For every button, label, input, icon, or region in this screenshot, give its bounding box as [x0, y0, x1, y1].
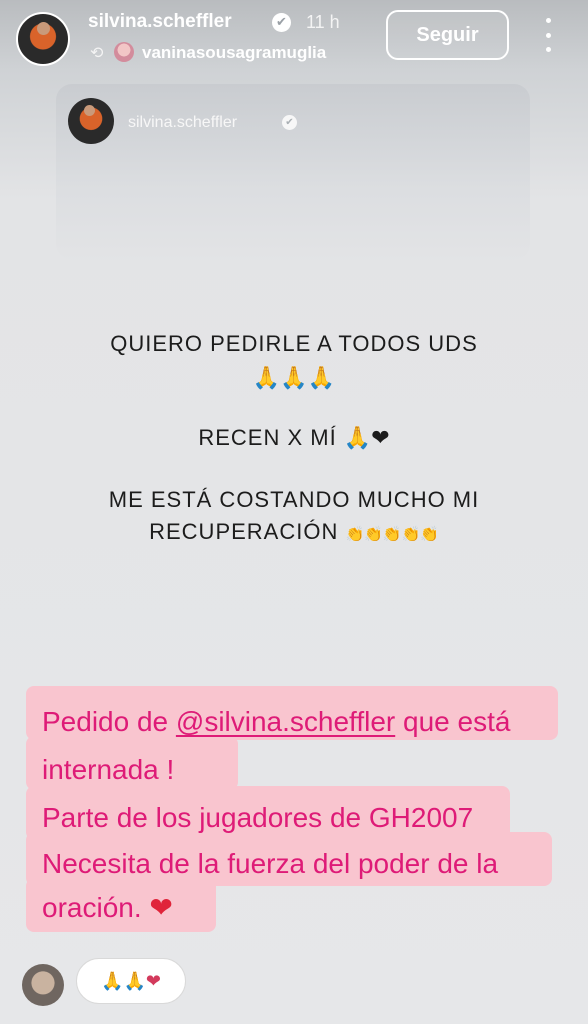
repost-icon: ⟲	[90, 43, 104, 62]
repost-username[interactable]: vaninasousagramuglia	[142, 43, 326, 63]
caption-line-2: internada !	[42, 754, 175, 785]
story-view: silvina.scheffler ✔ 11 h ⟲ vaninasousagr…	[0, 0, 588, 1024]
caption-line-3: Parte de los jugadores de GH2007	[42, 802, 474, 833]
profile-avatar[interactable]	[16, 12, 70, 66]
embedded-verified-icon: ✔	[282, 115, 297, 130]
embedded-post-card[interactable]: silvina.scheffler ✔	[56, 84, 530, 260]
post-time: 11 h	[306, 12, 340, 32]
reaction-bubble[interactable]: 🙏🙏❤	[76, 958, 186, 1004]
verified-badge-icon: ✔	[272, 13, 291, 32]
story-text-emoji-1: 🙏🙏🙏	[252, 366, 336, 391]
viewer-avatar[interactable]	[22, 964, 64, 1006]
embedded-post-avatar	[68, 98, 114, 144]
story-header: silvina.scheffler ✔ 11 h ⟲ vaninasousagr…	[0, 0, 588, 78]
follow-button[interactable]: Seguir	[386, 10, 509, 60]
more-options-icon[interactable]	[538, 18, 558, 52]
mention-link[interactable]: @silvina.scheffler	[176, 706, 395, 737]
caption-line-1: Pedido de @silvina.scheffler que está	[42, 706, 511, 737]
story-text-line-4: RECUPERACIÓN 👏👏👏👏👏	[149, 519, 439, 544]
heart-icon: ❤	[149, 891, 173, 924]
repost-user-avatar[interactable]	[114, 42, 134, 62]
caption-line-4: Necesita de la fuerza del poder de la	[42, 848, 499, 879]
story-text-line-3: ME ESTÁ COSTANDO MUCHO MI	[108, 487, 480, 512]
story-text-line-1: QUIERO PEDIRLE A TODOS UDS	[110, 331, 478, 356]
embedded-post-username: silvina.scheffler	[128, 114, 238, 131]
story-text-line-2: RECEN X MÍ 🙏❤	[198, 425, 390, 451]
reaction-emoji: 🙏🙏❤	[101, 970, 161, 992]
caption-line-5: oración. ❤	[42, 891, 173, 924]
username[interactable]: silvina.scheffler	[88, 11, 232, 33]
